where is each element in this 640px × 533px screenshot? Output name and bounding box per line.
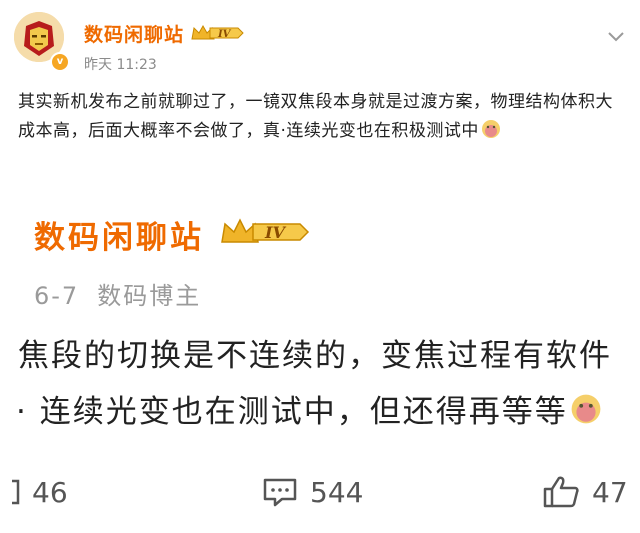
thumbs-up-icon xyxy=(543,476,579,508)
embedded-meta: 6-7 数码博主 xyxy=(34,276,201,311)
embedded-source: 数码博主 xyxy=(97,282,202,310)
level-badge: IV xyxy=(190,23,244,47)
embedded-level-badge: IV xyxy=(220,216,310,252)
embedded-text-line-1: 焦段的切换是不连续的，变焦过程有软件 xyxy=(18,338,612,374)
post-body: 其实新机发布之前就聊过了，一镜双焦段本身就是过渡方案，物理结构体积大成本高，后面… xyxy=(18,88,628,149)
post-body-text: 其实新机发布之前就聊过了，一镜双焦段本身就是过渡方案，物理结构体积大成本高，后面… xyxy=(18,92,613,141)
level-badge-text: IV xyxy=(217,29,232,40)
post-timestamp: 昨天 11:23 xyxy=(84,57,157,73)
like-count: 47 xyxy=(592,475,628,509)
chevron-down-icon[interactable] xyxy=(608,28,624,42)
embedded-author-name: 数码闲聊站 xyxy=(34,220,204,256)
share-icon xyxy=(12,479,20,505)
share-count: 46 xyxy=(32,475,68,509)
share-button[interactable]: 46 xyxy=(10,470,68,514)
embedded-level-badge-text: IV xyxy=(264,223,286,242)
embedded-date: 6-7 xyxy=(34,282,80,310)
comment-icon xyxy=(263,478,297,507)
embedded-text-line-2-text: · 连续光变也在测试中，但还得再等等 xyxy=(16,394,568,430)
doge-emoji-icon xyxy=(481,119,501,149)
embedded-doge-emoji-icon xyxy=(570,393,602,433)
embedded-text-line-2: · 连续光变也在测试中，但还得再等等 xyxy=(16,386,602,433)
like-button[interactable]: 47 xyxy=(542,470,628,514)
comment-button[interactable]: 544 xyxy=(262,470,363,514)
verified-icon: v xyxy=(50,52,70,72)
comment-count: 544 xyxy=(310,475,364,509)
action-bar: 46 544 47 xyxy=(0,470,640,514)
author-name[interactable]: 数码闲聊站 xyxy=(84,20,184,47)
